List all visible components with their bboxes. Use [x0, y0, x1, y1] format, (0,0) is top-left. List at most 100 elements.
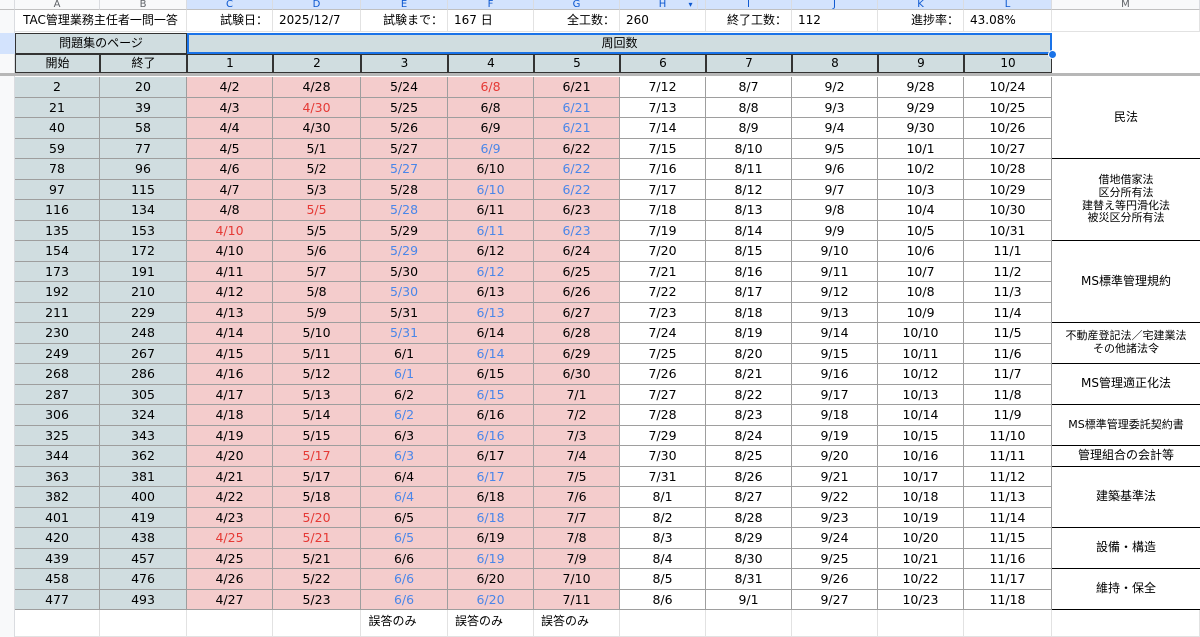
date-cell[interactable]: 11/17: [964, 569, 1052, 590]
date-cell[interactable]: 9/8: [792, 200, 878, 221]
end-page-cell[interactable]: 39: [100, 97, 187, 118]
end-page-cell[interactable]: 115: [100, 179, 187, 200]
date-cell[interactable]: 9/12: [792, 282, 878, 303]
date-cell[interactable]: 7/4: [534, 446, 620, 467]
start-page-cell[interactable]: 477: [15, 589, 100, 610]
total-work-value[interactable]: 260: [620, 10, 706, 32]
date-cell[interactable]: 7/23: [620, 302, 706, 323]
footer-cell[interactable]: [273, 610, 361, 637]
date-cell[interactable]: 6/21: [534, 77, 620, 98]
date-cell[interactable]: 10/29: [964, 179, 1052, 200]
date-cell[interactable]: 5/27: [361, 159, 448, 180]
date-cell[interactable]: 5/31: [361, 302, 448, 323]
start-page-cell[interactable]: 268: [15, 364, 100, 385]
date-cell[interactable]: 10/12: [878, 364, 964, 385]
date-cell[interactable]: 11/16: [964, 548, 1052, 569]
footer-note[interactable]: 誤答のみ: [522, 610, 608, 632]
date-cell[interactable]: 6/19: [448, 528, 534, 549]
date-cell[interactable]: 9/28: [878, 77, 964, 98]
start-page-cell[interactable]: 249: [15, 343, 100, 364]
date-cell[interactable]: 6/20: [448, 569, 534, 590]
date-cell[interactable]: 11/1: [964, 241, 1052, 262]
column-header-b[interactable]: B: [100, 0, 187, 10]
date-cell[interactable]: 6/25: [534, 261, 620, 282]
end-page-cell[interactable]: 267: [100, 343, 187, 364]
cycle-header-4[interactable]: 4: [448, 54, 534, 73]
end-page-cell[interactable]: 248: [100, 323, 187, 344]
date-cell[interactable]: 5/21: [273, 528, 361, 549]
date-cell[interactable]: 6/30: [534, 364, 620, 385]
start-page-cell[interactable]: 287: [15, 384, 100, 405]
date-cell[interactable]: 7/11: [534, 589, 620, 610]
date-cell[interactable]: 6/21: [534, 97, 620, 118]
date-cell[interactable]: 6/22: [534, 179, 620, 200]
date-cell[interactable]: 7/8: [534, 528, 620, 549]
date-cell[interactable]: 4/16: [187, 364, 273, 385]
date-cell[interactable]: 5/6: [273, 241, 361, 262]
date-cell[interactable]: 9/30: [878, 118, 964, 139]
column-header-a[interactable]: A: [15, 0, 100, 10]
date-cell[interactable]: 4/10: [187, 241, 273, 262]
footer-cell[interactable]: [100, 610, 187, 637]
start-header[interactable]: 開始: [15, 54, 100, 73]
date-cell[interactable]: 6/23: [534, 220, 620, 241]
date-cell[interactable]: 7/16: [620, 159, 706, 180]
date-cell[interactable]: 8/11: [706, 159, 792, 180]
date-cell[interactable]: 6/22: [534, 159, 620, 180]
start-page-cell[interactable]: 78: [15, 159, 100, 180]
date-cell[interactable]: 6/29: [534, 343, 620, 364]
date-cell[interactable]: 5/17: [273, 446, 361, 467]
date-cell[interactable]: 5/5: [273, 200, 361, 221]
date-cell[interactable]: 6/4: [361, 487, 448, 508]
date-cell[interactable]: 6/8: [448, 97, 534, 118]
date-cell[interactable]: 7/2: [534, 405, 620, 426]
date-cell[interactable]: 9/24: [792, 528, 878, 549]
date-cell[interactable]: 8/2: [620, 507, 706, 528]
date-cell[interactable]: 8/19: [706, 323, 792, 344]
date-cell[interactable]: 5/1: [273, 138, 361, 159]
date-cell[interactable]: 7/3: [534, 425, 620, 446]
date-cell[interactable]: 6/6: [361, 569, 448, 590]
date-cell[interactable]: 10/20: [878, 528, 964, 549]
days-until-label[interactable]: 試験まで：: [361, 10, 448, 32]
column-header-i[interactable]: I: [706, 0, 792, 10]
date-cell[interactable]: 9/17: [792, 384, 878, 405]
cell-m1[interactable]: [1052, 10, 1200, 32]
date-cell[interactable]: 10/6: [878, 241, 964, 262]
start-page-cell[interactable]: 135: [15, 220, 100, 241]
date-cell[interactable]: 6/18: [448, 487, 534, 508]
category-cell[interactable]: MS管理適正化法: [1052, 364, 1200, 405]
category-cell[interactable]: 維持・保全: [1052, 569, 1200, 610]
date-cell[interactable]: 9/16: [792, 364, 878, 385]
date-cell[interactable]: 5/3: [273, 179, 361, 200]
date-cell[interactable]: 10/8: [878, 282, 964, 303]
date-cell[interactable]: 10/22: [878, 569, 964, 590]
cycle-header-6[interactable]: 6: [620, 54, 706, 73]
cycle-header-9[interactable]: 9: [878, 54, 964, 73]
date-cell[interactable]: 5/23: [273, 589, 361, 610]
date-cell[interactable]: 8/31: [706, 569, 792, 590]
date-cell[interactable]: 4/27: [187, 589, 273, 610]
date-cell[interactable]: 8/14: [706, 220, 792, 241]
date-cell[interactable]: 6/5: [361, 507, 448, 528]
date-cell[interactable]: 11/15: [964, 528, 1052, 549]
end-page-cell[interactable]: 153: [100, 220, 187, 241]
date-cell[interactable]: 9/20: [792, 446, 878, 467]
date-cell[interactable]: 8/21: [706, 364, 792, 385]
start-page-cell[interactable]: 382: [15, 487, 100, 508]
column-header-m[interactable]: M: [1052, 0, 1200, 10]
cycle-header-10[interactable]: 10: [964, 54, 1052, 73]
date-cell[interactable]: 6/24: [534, 241, 620, 262]
date-cell[interactable]: 9/29: [878, 97, 964, 118]
date-cell[interactable]: 10/18: [878, 487, 964, 508]
date-cell[interactable]: 4/30: [273, 97, 361, 118]
start-page-cell[interactable]: 306: [15, 405, 100, 426]
row-header-selected[interactable]: [0, 33, 15, 54]
date-cell[interactable]: 4/18: [187, 405, 273, 426]
date-cell[interactable]: 6/16: [448, 405, 534, 426]
date-cell[interactable]: 8/17: [706, 282, 792, 303]
column-header-g[interactable]: G: [534, 0, 620, 10]
date-cell[interactable]: 9/10: [792, 241, 878, 262]
date-cell[interactable]: 5/5: [273, 220, 361, 241]
date-cell[interactable]: 10/7: [878, 261, 964, 282]
